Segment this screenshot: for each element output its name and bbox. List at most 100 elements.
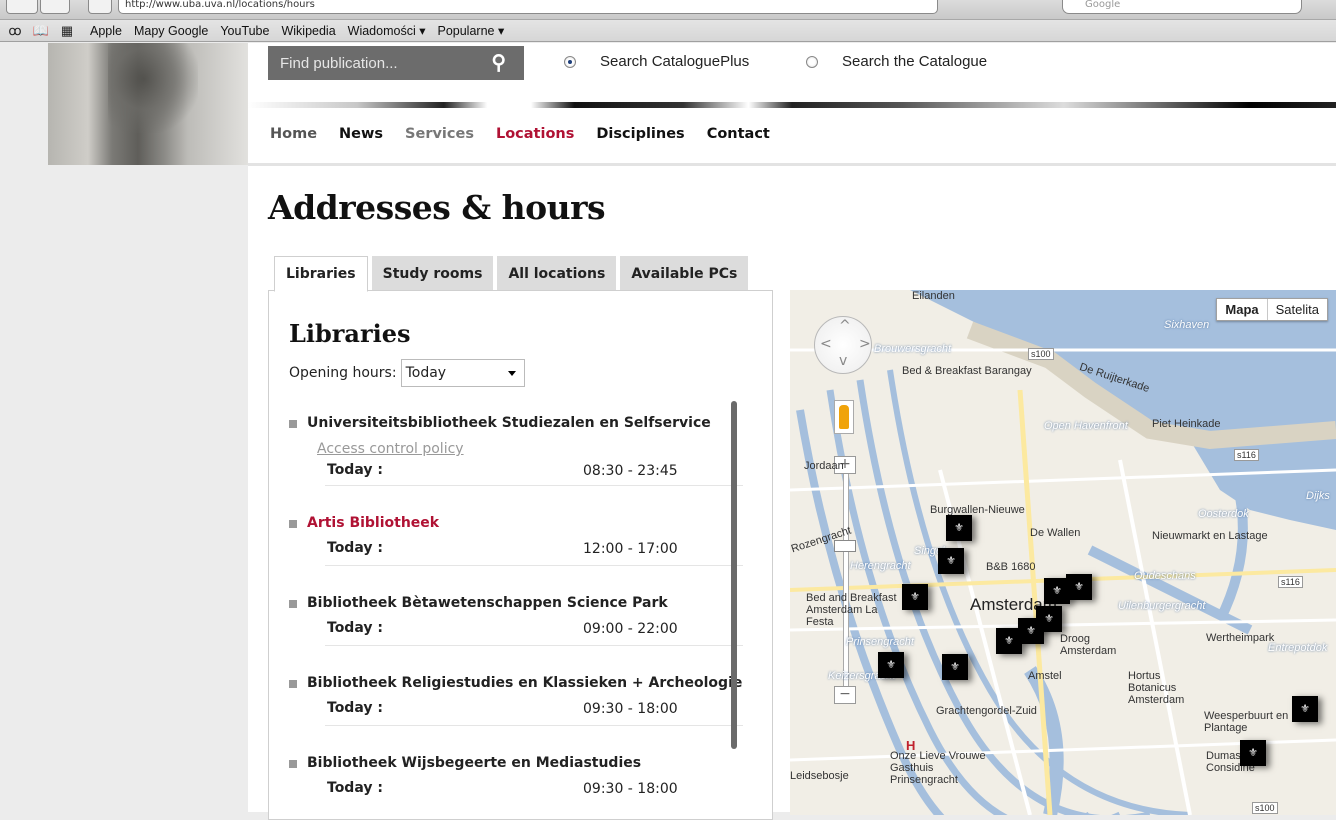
map-type-map-button[interactable]: Mapa	[1217, 299, 1268, 320]
library-marker-icon[interactable]: ⚜	[1240, 740, 1266, 766]
library-name[interactable]: Bibliotheek Bètawetenschappen Science Pa…	[307, 595, 668, 611]
map-label: Piet Heinkade	[1152, 418, 1221, 430]
pan-left-icon[interactable]: <	[820, 336, 832, 352]
bookmark-apple[interactable]: Apple	[90, 24, 122, 38]
divider	[325, 565, 743, 566]
publication-search-input[interactable]: Find publication... ⚲	[268, 46, 524, 80]
radio-catalogueplus[interactable]: Search CataloguePlus	[564, 53, 749, 70]
library-name[interactable]: Universiteitsbibliotheek Studiezalen en …	[307, 415, 711, 431]
list-scrollbar[interactable]	[731, 401, 737, 749]
map-label: Grachtengordel-Zuid	[936, 705, 1037, 717]
bookmark-wiadomosci[interactable]: Wiadomości ▾	[348, 23, 426, 38]
bookmarks-book-icon[interactable]: 📖	[30, 23, 52, 39]
tab-available-pcs[interactable]: Available PCs	[620, 256, 749, 291]
bookmark-popularne[interactable]: Popularne ▾	[437, 23, 504, 38]
nav-locations[interactable]: Locations	[496, 126, 574, 142]
day-label: Today :	[327, 540, 383, 556]
library-name[interactable]: Bibliotheek Religiestudies en Klassieken…	[307, 675, 742, 691]
nav-disciplines[interactable]: Disciplines	[596, 126, 684, 142]
banner-image-strip	[248, 102, 1336, 108]
day-label: Today :	[327, 462, 383, 478]
main-nav: Home News Services Locations Disciplines…	[270, 126, 792, 142]
map-label: Sixhaven	[1164, 319, 1210, 331]
bookmark-mapy-google[interactable]: Mapy Google	[134, 24, 208, 38]
hours-value: 09:00 - 22:00	[583, 621, 678, 637]
reading-list-icon[interactable]: ꝏ	[4, 23, 26, 39]
library-name[interactable]: Bibliotheek Wijsbegeerte en Mediastudies	[307, 755, 641, 771]
header-photo	[48, 43, 248, 165]
back-button[interactable]	[6, 0, 38, 14]
address-bar[interactable]: http://www.uba.uva.nl/locations/hours	[118, 0, 938, 14]
road-badge: s100	[1252, 802, 1278, 814]
location-map[interactable]: Mapa Satelita ^ < > v + − Eilanden Brouw…	[790, 290, 1336, 815]
search-placeholder: Find publication...	[280, 54, 398, 72]
library-marker-icon[interactable]: ⚜	[946, 515, 972, 541]
map-label: Eilanden	[912, 290, 955, 302]
library-marker-icon[interactable]: ⚜	[938, 548, 964, 574]
zoom-slider-handle[interactable]	[834, 540, 856, 552]
hours-value: 12:00 - 17:00	[583, 541, 678, 557]
map-label: Nieuwmarkt en Lastage	[1152, 530, 1268, 542]
library-marker-icon[interactable]: ⚜	[942, 654, 968, 680]
pan-up-icon[interactable]: ^	[839, 318, 851, 334]
road-badge: s116	[1234, 449, 1259, 461]
radio-catalogueplus-label: Search CataloguePlus	[600, 53, 750, 70]
library-name[interactable]: Artis Bibliotheek	[307, 515, 439, 531]
radio-catalogue[interactable]: Search the Catalogue	[806, 53, 987, 70]
map-label: Dijks	[1306, 490, 1330, 502]
hours-value: 08:30 - 23:45	[583, 463, 678, 479]
bookmark-wikipedia[interactable]: Wikipedia	[281, 24, 335, 38]
tab-study-rooms[interactable]: Study rooms	[371, 256, 494, 291]
browser-search-field[interactable]: Google	[1062, 0, 1302, 14]
tab-libraries[interactable]: Libraries	[274, 256, 368, 292]
nav-contact[interactable]: Contact	[707, 126, 770, 142]
radio-selected-icon[interactable]	[564, 55, 576, 68]
pan-control[interactable]: ^ < > v	[814, 316, 872, 374]
map-label: B&B 1680	[986, 561, 1036, 573]
libraries-panel: Libraries Opening hours: Today Universit…	[268, 290, 773, 820]
opening-hours-select[interactable]: Today	[400, 359, 525, 387]
content-area: Find publication... ⚲ Search CataloguePl…	[248, 43, 1336, 820]
bookmark-youtube[interactable]: YouTube	[220, 24, 269, 38]
access-policy-link[interactable]: Access control policy	[317, 441, 464, 457]
opening-hours-label: Opening hours:	[289, 365, 397, 381]
top-sites-grid-icon[interactable]: ▦	[56, 23, 78, 39]
page: Find publication... ⚲ Search CataloguePl…	[0, 43, 1336, 820]
divider	[325, 485, 743, 486]
pan-right-icon[interactable]: >	[859, 336, 871, 352]
forward-button[interactable]	[40, 0, 70, 14]
road-badge: s116	[1278, 576, 1303, 588]
location-tabs: Libraries Study rooms All locations Avai…	[274, 256, 752, 292]
map-type-satellite-button[interactable]: Satelita	[1268, 299, 1327, 320]
day-label: Today :	[327, 620, 383, 636]
library-marker-icon[interactable]: ⚜	[1066, 574, 1092, 600]
library-marker-icon[interactable]: ⚜	[1292, 696, 1318, 722]
browser-toolbar: http://www.uba.uva.nl/locations/hours Go…	[0, 0, 1336, 20]
street-view-pegman-icon[interactable]	[834, 400, 854, 434]
radio-unselected-icon[interactable]	[806, 55, 818, 68]
pan-down-icon[interactable]: v	[839, 353, 847, 369]
day-label: Today :	[327, 700, 383, 716]
share-button[interactable]	[88, 0, 112, 14]
map-label: Oudeschans	[1134, 570, 1196, 582]
library-marker-icon[interactable]: ⚜	[878, 652, 904, 678]
list-item: Bibliotheek Bètawetenschappen Science Pa…	[289, 579, 745, 659]
nav-home[interactable]: Home	[270, 126, 317, 142]
library-marker-icon[interactable]: ⚜	[902, 584, 928, 610]
library-marker-icon[interactable]: ⚜	[996, 628, 1022, 654]
zoom-out-button[interactable]: −	[834, 686, 856, 704]
nav-services[interactable]: Services	[405, 126, 474, 142]
nav-news[interactable]: News	[339, 126, 383, 142]
search-icon[interactable]: ⚲	[491, 50, 506, 75]
map-label: Open Havenfront	[1044, 420, 1128, 432]
road-badge: s100	[1028, 348, 1054, 360]
list-item: Universiteitsbibliotheek Studiezalen en …	[289, 399, 745, 486]
chevron-down-icon	[507, 371, 516, 376]
map-label: Herengracht	[850, 560, 911, 572]
map-canvas	[790, 290, 1336, 815]
library-list: Universiteitsbibliotheek Studiezalen en …	[289, 399, 745, 819]
map-label: Hortus Botanicus Amsterdam	[1128, 670, 1185, 706]
zoom-slider-track[interactable]	[843, 458, 849, 700]
bullet-icon	[289, 680, 297, 688]
tab-all-locations[interactable]: All locations	[497, 256, 617, 291]
